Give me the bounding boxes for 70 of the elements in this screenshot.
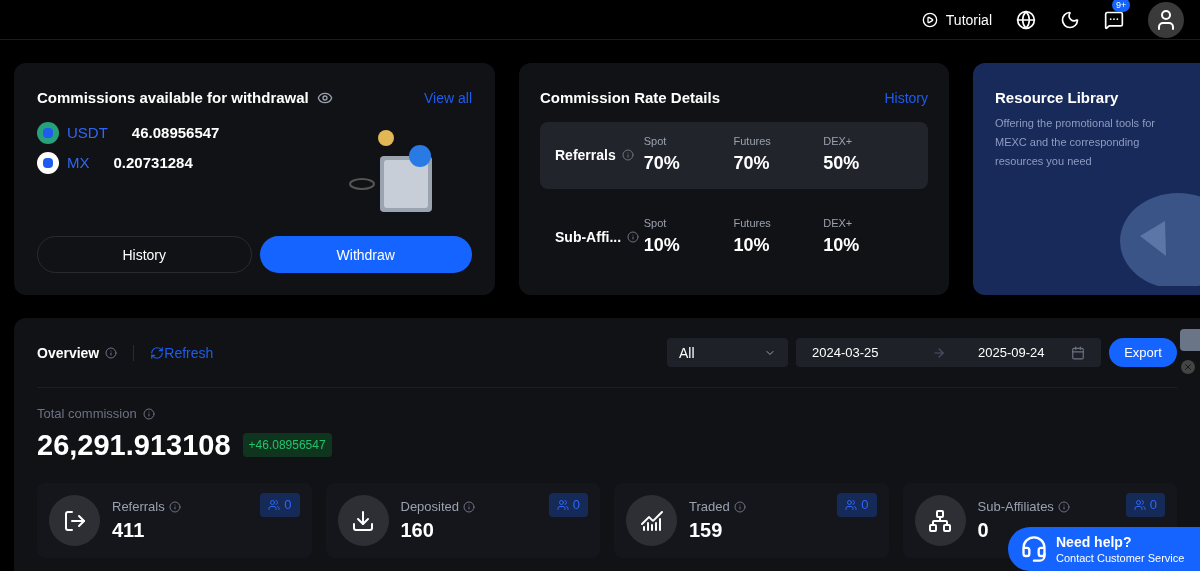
info-icon [627,231,640,243]
stat-icon [914,495,966,546]
info-icon [463,500,476,513]
stat-value: 160 [400,518,434,544]
rate-name: Futures [733,133,772,149]
theme-icon[interactable] [1060,9,1080,30]
coin-amount: 46.08956547 [131,122,220,143]
language-icon[interactable] [1016,9,1036,30]
info-icon [142,407,155,420]
refresh-icon[interactable] [150,345,165,360]
stat-icon [626,495,677,546]
total-label: Total commission [37,405,137,423]
rate-value: 10% [643,234,681,258]
tutorial-link[interactable]: Tutorial [945,9,992,30]
rate-value: 10% [823,234,861,258]
date-range-field[interactable]: 2024-03-25 2025-09-24 [796,338,1101,367]
notification-badge: 9+ [1112,0,1131,12]
play-icon [921,11,938,28]
info-icon [105,346,118,359]
card-title: Commissions available for withdrawal [37,88,309,108]
help-button[interactable]: Need help? Contact Customer Service [1008,527,1200,571]
overview-title: Overview [37,343,100,363]
coin-symbol: MX [67,153,90,173]
stat-value: 411 [112,518,145,544]
stat-icon [337,495,389,546]
rate-value: 70% [733,152,771,176]
view-all-link[interactable]: View all [424,88,472,109]
user-count-badge: 0 [260,493,300,517]
stat-value: 0 [977,518,989,544]
info-icon [1057,500,1070,513]
rate-name: DEX+ [823,215,854,231]
coin-symbol: USDT [67,122,108,143]
card-title: Resource Library [995,88,1120,108]
rate-name: Futures [733,215,772,231]
filter-dropdown[interactable]: All [667,338,788,367]
avatar[interactable] [1148,1,1184,38]
refresh-link[interactable]: Refresh [164,342,214,363]
message-icon[interactable] [1104,9,1124,30]
rate-value: 50% [823,152,861,176]
change-badge: +46.08956547 [242,433,332,458]
stat-icon [49,495,100,546]
rate-name: Spot [643,133,668,149]
history-link[interactable]: History [884,88,928,109]
rate-value: 10% [733,234,771,258]
arrow-icon [932,345,946,360]
card-title: Commission Rate Details [540,88,721,108]
calendar-icon [1071,345,1085,360]
info-icon [168,500,181,513]
export-button[interactable]: Export [1109,338,1177,367]
info-icon [621,149,634,161]
rate-row-label: Referrals [555,146,616,165]
user-count-badge: 0 [1125,493,1165,517]
info-icon [733,500,746,513]
user-count-badge: 0 [548,493,588,517]
rate-name: Spot [643,215,668,231]
user-count-badge: 0 [837,493,877,517]
withdraw-button[interactable]: Withdraw [259,236,472,273]
coin-amount: 0.20731284 [113,153,193,173]
stat-label: Traded [689,497,730,516]
stat-value: 159 [689,518,723,544]
rate-value: 70% [643,152,681,176]
rate-row-label: Sub-Affi... [555,228,622,247]
stat-label: Deposited [400,497,460,516]
card-description: Offering the promotional tools for MEXC and the corresponding resources you need [995,115,1156,169]
stat-label: Referrals [112,497,165,516]
rate-name: DEX+ [823,133,854,149]
total-amount: 26,291.913108 [37,427,231,463]
headset-icon [1020,535,1048,563]
resource-card[interactable]: Resource Library Offering the promotional tools for MEXC and the corresponding resources you need [973,63,1200,295]
stat-label: Sub-Affiliates [977,497,1054,516]
